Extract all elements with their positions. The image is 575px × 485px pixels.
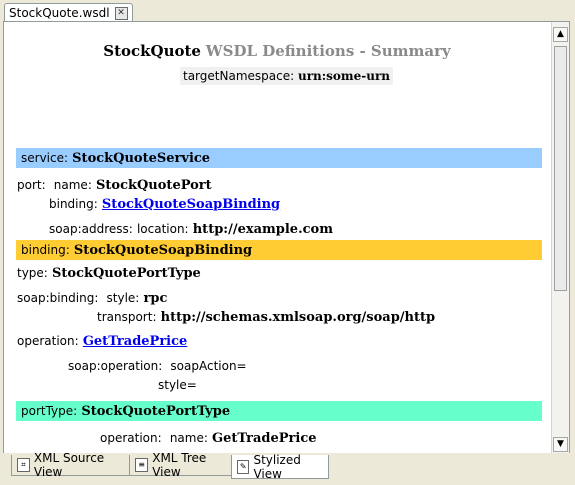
porttype-header: portType: StockQuotePortType (16, 401, 542, 421)
location-value: http://example.com (192, 222, 333, 237)
operation-link[interactable]: GetTradePrice (83, 334, 188, 349)
tab-stylized-view[interactable]: ✎ Stylized View (231, 452, 329, 481)
port-name-label: name: (53, 178, 92, 192)
title-rest: WSDL Definitions - Summary (205, 42, 451, 60)
binding-link[interactable]: StockQuoteSoapBinding (102, 197, 280, 212)
binding-type-row: type: StockQuotePortType (17, 266, 201, 281)
style-value: rpc (143, 291, 168, 306)
port-name-row: port: name: StockQuotePort (17, 178, 212, 193)
binding-header: binding: StockQuoteSoapBinding (16, 240, 542, 260)
service-header-label: service: (21, 151, 69, 165)
stylized-icon: ✎ (237, 459, 250, 474)
close-icon[interactable]: ✕ (114, 6, 128, 20)
binding-header-value: StockQuoteSoapBinding (73, 243, 253, 258)
document-tab-title: StockQuote.wsdl (9, 6, 110, 20)
stylized-view-frame: StockQuote WSDL Definitions - Summary ta… (3, 21, 570, 455)
soap-binding-row: soap:binding: style: rpc (17, 291, 167, 306)
porttype-operation-row: operation: name: GetTradePrice (100, 431, 317, 446)
operation-row: operation: GetTradePrice (17, 334, 187, 349)
tab-xml-source-view[interactable]: ⌗ XML Source View (11, 451, 133, 479)
porttype-operation-label: operation: (100, 431, 162, 445)
stylized-content: StockQuote WSDL Definitions - Summary ta… (5, 23, 549, 453)
type-label: type: (17, 266, 48, 280)
vertical-scrollbar[interactable]: ▲ ▼ (551, 22, 569, 454)
scroll-up-icon[interactable]: ▲ (553, 27, 568, 42)
service-header-value: StockQuoteService (72, 151, 211, 166)
tab-xml-tree-view[interactable]: ≡ XML Tree View (129, 451, 239, 479)
tab-xml-tree-label: XML Tree View (152, 451, 207, 479)
soap-action-label: soapAction= (170, 359, 247, 373)
xml-source-icon: ⌗ (17, 458, 30, 472)
port-name-value: StockQuotePort (96, 178, 212, 193)
operation-label: operation: (17, 334, 79, 348)
port-label: port: (17, 178, 46, 192)
transport-row: transport: http://schemas.xmlsoap.org/so… (97, 310, 435, 325)
page-title: StockQuote WSDL Definitions - Summary (5, 42, 549, 60)
soap-operation-label: soap:operation: (68, 359, 163, 373)
style-label: style: (106, 291, 140, 305)
title-name: StockQuote (103, 42, 201, 60)
tree-icon: ≡ (135, 458, 149, 472)
tab-xml-source-label: XML Source View (33, 451, 105, 479)
type-value: StockQuotePortType (52, 266, 201, 281)
location-label: location: (136, 222, 189, 236)
soap-operation-row: soap:operation: soapAction= (68, 359, 247, 374)
tns-value: urn:some-urn (297, 69, 391, 83)
soap-address-label: soap:address: (49, 222, 133, 236)
port-binding-label: binding: (49, 197, 98, 211)
operation-style-row: style= (158, 378, 197, 393)
binding-header-label: binding: (21, 243, 70, 257)
transport-value: http://schemas.xmlsoap.org/soap/http (160, 310, 436, 325)
tab-stylized-label: Stylized View (253, 452, 301, 481)
transport-label: transport: (97, 310, 157, 324)
scroll-thumb[interactable] (554, 46, 567, 291)
porttype-name-label: name: (169, 431, 208, 445)
operation-style-label: style= (158, 378, 197, 392)
soap-binding-label: soap:binding: (17, 291, 99, 305)
porttype-header-value: StockQuotePortType (81, 404, 231, 419)
porttype-name-value: GetTradePrice (212, 431, 317, 446)
editor-tab-bar: StockQuote.wsdl ✕ (0, 0, 575, 22)
soap-address-row: soap:address: location: http://example.c… (49, 222, 333, 237)
document-tab[interactable]: StockQuote.wsdl ✕ (4, 3, 133, 22)
scroll-down-icon[interactable]: ▼ (553, 437, 568, 452)
port-binding-row: binding: StockQuoteSoapBinding (49, 197, 280, 212)
porttype-header-label: portType: (21, 404, 78, 418)
target-namespace: targetNamespace: urn:some-urn (180, 67, 394, 85)
service-header: service: StockQuoteService (16, 148, 542, 168)
tns-label: targetNamespace: (183, 69, 295, 83)
view-tab-bar: ⌗ XML Source View ≡ XML Tree View ✎ Styl… (0, 451, 575, 485)
